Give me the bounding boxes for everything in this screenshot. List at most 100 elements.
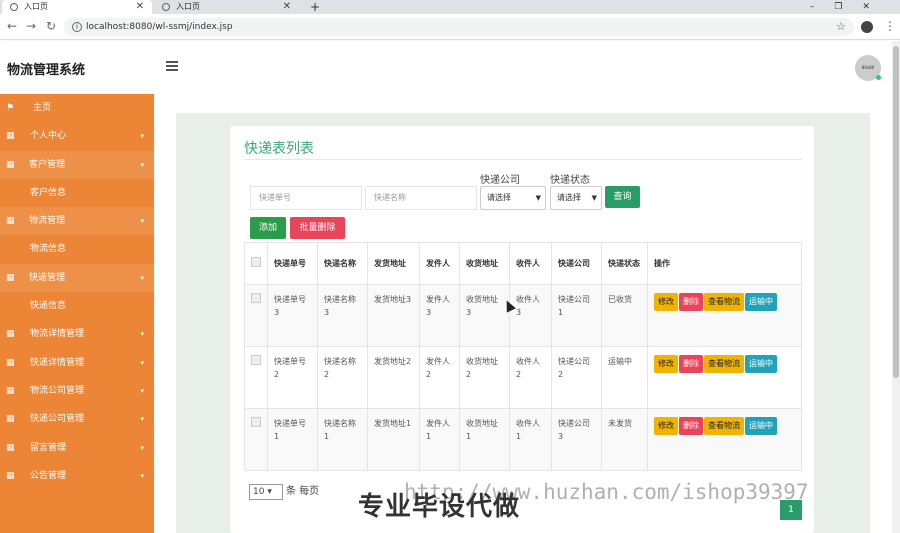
page-title: 快递表列表	[244, 141, 314, 157]
sidebar-subitem-customer-info[interactable]: 客户信息	[0, 179, 154, 207]
cell-status: 已收货	[601, 284, 648, 347]
sidebar-item-home[interactable]: ⚑ 主页	[0, 94, 154, 122]
flag-icon: ⚑	[6, 103, 15, 113]
page-size-value: 10	[253, 487, 265, 497]
browser-tab[interactable]: 入口页 ✕	[2, 0, 152, 14]
sidebar-item-label: 物流信息	[30, 244, 67, 255]
delete-button[interactable]: 删除	[679, 355, 703, 373]
app-title: 物流管理系统	[7, 63, 86, 78]
globe-icon	[162, 3, 170, 11]
sidebar-item-label: 个人中心	[30, 131, 67, 142]
row-checkbox-cell	[244, 408, 268, 471]
app-header: 物流管理系统 80x80	[0, 41, 892, 94]
sidebar-item-label: 物流管理	[29, 216, 66, 227]
company-label: 快递公司	[480, 175, 520, 186]
scrollbar-thumb[interactable]	[893, 46, 899, 378]
grid-icon: ▦	[6, 470, 15, 481]
edit-button[interactable]: 修改	[654, 417, 678, 435]
info-icon[interactable]: i	[72, 22, 82, 32]
sidebar-item-customers[interactable]: ▦ 客户管理 ▾	[0, 150, 154, 179]
reload-icon[interactable]: ↻	[46, 19, 56, 33]
window-controls[interactable]: –❐✕	[810, 0, 890, 14]
edit-button[interactable]: 修改	[654, 355, 678, 373]
sidebar-item-label: 物流详情管理	[30, 329, 85, 340]
express-name-input[interactable]: 快递名称	[365, 186, 477, 210]
cell-to: 收货地址2	[459, 346, 510, 409]
in-transit-button[interactable]: 运输中	[745, 293, 777, 311]
cell-from: 发货地址2	[367, 346, 420, 409]
new-tab-icon[interactable]: +	[310, 0, 320, 14]
browser-tab-bar: 入口页 ✕ 入口页 ✕ + –❐✕	[0, 0, 900, 14]
chevron-down-icon: ▾	[140, 471, 144, 480]
sidebar-item-logistics-company[interactable]: ▦ 物流公司管理 ▾	[0, 377, 154, 405]
grid-icon: ▦	[6, 442, 15, 453]
company-select[interactable]: 请选择 ▼	[480, 186, 546, 210]
cell-actions: 修改 删除 查看物流 运输中	[647, 346, 802, 409]
cell-status: 运输中	[601, 346, 648, 409]
column-header: 收货地址	[459, 242, 510, 285]
close-icon[interactable]: ✕	[283, 0, 291, 14]
sidebar-item-express-company[interactable]: ▦ 快递公司管理 ▾	[0, 405, 154, 433]
express-number-input[interactable]: 快递单号	[250, 186, 362, 210]
view-logistics-button[interactable]: 查看物流	[704, 417, 744, 435]
profile-icon[interactable]	[861, 21, 873, 33]
query-button[interactable]: 查询	[605, 186, 640, 208]
back-icon[interactable]: ←	[7, 19, 17, 33]
chevron-down-icon: ▾	[140, 273, 144, 282]
delete-button[interactable]: 删除	[679, 293, 703, 311]
view-logistics-button[interactable]: 查看物流	[704, 293, 744, 311]
cell-sender: 发件人1	[419, 408, 460, 471]
cell-number: 快递单号3	[267, 284, 318, 347]
page-size-suffix: 条 每页	[286, 486, 320, 497]
menu-kebab-icon[interactable]: ⋮	[884, 19, 896, 33]
cell-sender: 发件人3	[419, 284, 460, 347]
cell-sender: 发件人2	[419, 346, 460, 409]
forward-icon[interactable]: →	[26, 19, 36, 33]
page-size-select[interactable]: 10 ▾	[249, 484, 283, 500]
url-field[interactable]: i localhost:8080/wl-ssmj/index.jsp	[64, 18, 854, 36]
chevron-down-icon: ▾	[140, 160, 144, 169]
table-row: 快递单号1 快递名称1 发货地址1 发件人1 收货地址1 收件人1 快递公司3 …	[244, 408, 802, 471]
column-header: 收件人	[509, 242, 552, 285]
chevron-down-icon: ▾	[140, 443, 144, 452]
sidebar-item-label: 快递管理	[29, 272, 66, 283]
cell-actions: 修改 删除 查看物流 运输中	[647, 284, 802, 347]
sidebar: ⚑ 主页 ▦ 个人中心 ▾ ▦ 客户管理 ▾ 客户信息 ▦ 物流管理 ▾ 物流信息 ▦ 快递管理…	[0, 94, 154, 533]
hamburger-menu-icon[interactable]	[166, 61, 178, 71]
sidebar-item-messages[interactable]: ▦ 留言管理 ▾	[0, 434, 154, 462]
chevron-down-icon: ▼	[535, 194, 541, 202]
in-transit-button[interactable]: 运输中	[745, 417, 777, 435]
sidebar-subitem-express-info[interactable]: 快递信息	[0, 292, 154, 320]
add-button[interactable]: 添加	[250, 217, 286, 239]
sidebar-item-express[interactable]: ▦ 快递管理 ▾	[0, 263, 154, 293]
close-icon[interactable]: ✕	[136, 0, 144, 14]
cell-company: 快递公司3	[551, 408, 602, 471]
row-checkbox[interactable]	[251, 355, 261, 365]
sidebar-item-logistics-detail[interactable]: ▦ 物流详情管理 ▾	[0, 320, 154, 348]
sidebar-item-label: 公告管理	[30, 470, 67, 481]
edit-button[interactable]: 修改	[654, 293, 678, 311]
cell-receiver: 收件人3	[509, 284, 552, 347]
in-transit-button[interactable]: 运输中	[745, 355, 777, 373]
sidebar-subitem-logistics-info[interactable]: 物流信息	[0, 235, 154, 263]
cell-company: 快递公司1	[551, 284, 602, 347]
browser-tab[interactable]: 入口页 ✕	[154, 0, 299, 14]
row-checkbox-cell	[244, 284, 268, 347]
delete-button[interactable]: 删除	[679, 417, 703, 435]
list-card: 快递表列表 快递单号 快递名称 快递公司 请选择 ▼ 快递状态 请选择 ▼ 查询…	[230, 126, 814, 533]
status-select[interactable]: 请选择 ▼	[550, 186, 602, 210]
view-logistics-button[interactable]: 查看物流	[704, 355, 744, 373]
column-header: 快递状态	[601, 242, 648, 285]
status-label: 快递状态	[550, 175, 590, 186]
cell-company: 快递公司2	[551, 346, 602, 409]
sidebar-item-logistics[interactable]: ▦ 物流管理 ▾	[0, 207, 154, 236]
row-checkbox[interactable]	[251, 293, 261, 303]
select-all-checkbox[interactable]	[251, 256, 261, 267]
bookmark-star-icon[interactable]: ☆	[836, 20, 846, 33]
sidebar-item-personal[interactable]: ▦ 个人中心 ▾	[0, 122, 154, 150]
sidebar-item-label: 快递详情管理	[30, 357, 85, 368]
batch-delete-button[interactable]: 批量删除	[290, 217, 345, 239]
sidebar-item-express-detail[interactable]: ▦ 快递详情管理 ▾	[0, 349, 154, 377]
sidebar-item-notices[interactable]: ▦ 公告管理 ▾	[0, 462, 154, 490]
row-checkbox[interactable]	[251, 417, 261, 427]
